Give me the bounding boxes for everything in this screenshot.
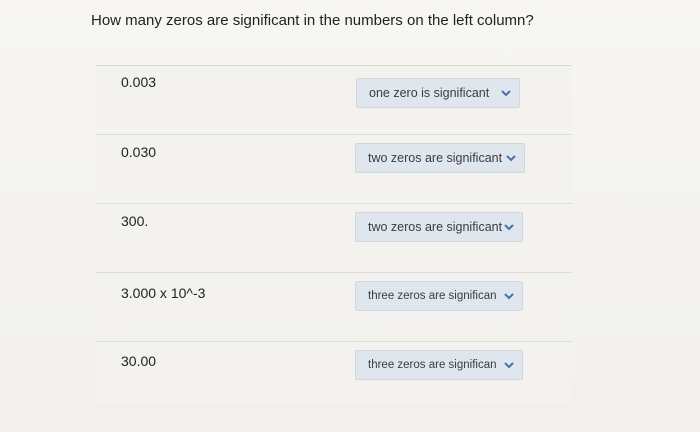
dropdown-selected-value: two zeros are significant bbox=[368, 220, 502, 234]
answer-dropdown[interactable]: one zero is significant bbox=[356, 78, 520, 108]
number-value: 3.000 x 10^-3 bbox=[121, 285, 206, 301]
question-text: How many zeros are significant in the nu… bbox=[91, 12, 534, 29]
answer-dropdown[interactable]: two zeros are significant bbox=[355, 143, 525, 173]
dropdown-selected-value: three zeros are significan bbox=[368, 359, 497, 371]
answer-dropdown[interactable]: three zeros are significan bbox=[355, 281, 523, 311]
quiz-page: How many zeros are significant in the nu… bbox=[0, 0, 700, 432]
answer-dropdown[interactable]: three zeros are significan bbox=[355, 350, 523, 380]
number-value: 0.030 bbox=[121, 144, 157, 160]
dropdown-selected-value: two zeros are significant bbox=[368, 151, 503, 165]
number-value: 30.00 bbox=[121, 353, 157, 369]
number-value: 300. bbox=[121, 213, 149, 229]
chevron-down-icon bbox=[499, 86, 513, 100]
answer-dropdown[interactable]: two zeros are significant bbox=[355, 212, 523, 242]
chevron-down-icon bbox=[502, 289, 516, 303]
chevron-down-icon bbox=[502, 358, 516, 372]
match-row: 300. two zeros are significant bbox=[96, 203, 572, 272]
match-row: 0.003 one zero is significant bbox=[96, 65, 572, 134]
match-row: 0.030 two zeros are significant bbox=[96, 134, 572, 203]
chevron-down-icon bbox=[502, 220, 516, 234]
chevron-down-icon bbox=[504, 151, 518, 165]
match-row: 3.000 x 10^-3 three zeros are significan bbox=[96, 272, 572, 341]
dropdown-selected-value: three zeros are significan bbox=[368, 290, 497, 302]
match-row: 30.00 three zeros are significan bbox=[96, 341, 572, 410]
number-value: 0.003 bbox=[121, 74, 157, 90]
dropdown-selected-value: one zero is significant bbox=[369, 86, 490, 100]
matching-table: 0.003 one zero is significant 0.030 two … bbox=[96, 65, 572, 410]
